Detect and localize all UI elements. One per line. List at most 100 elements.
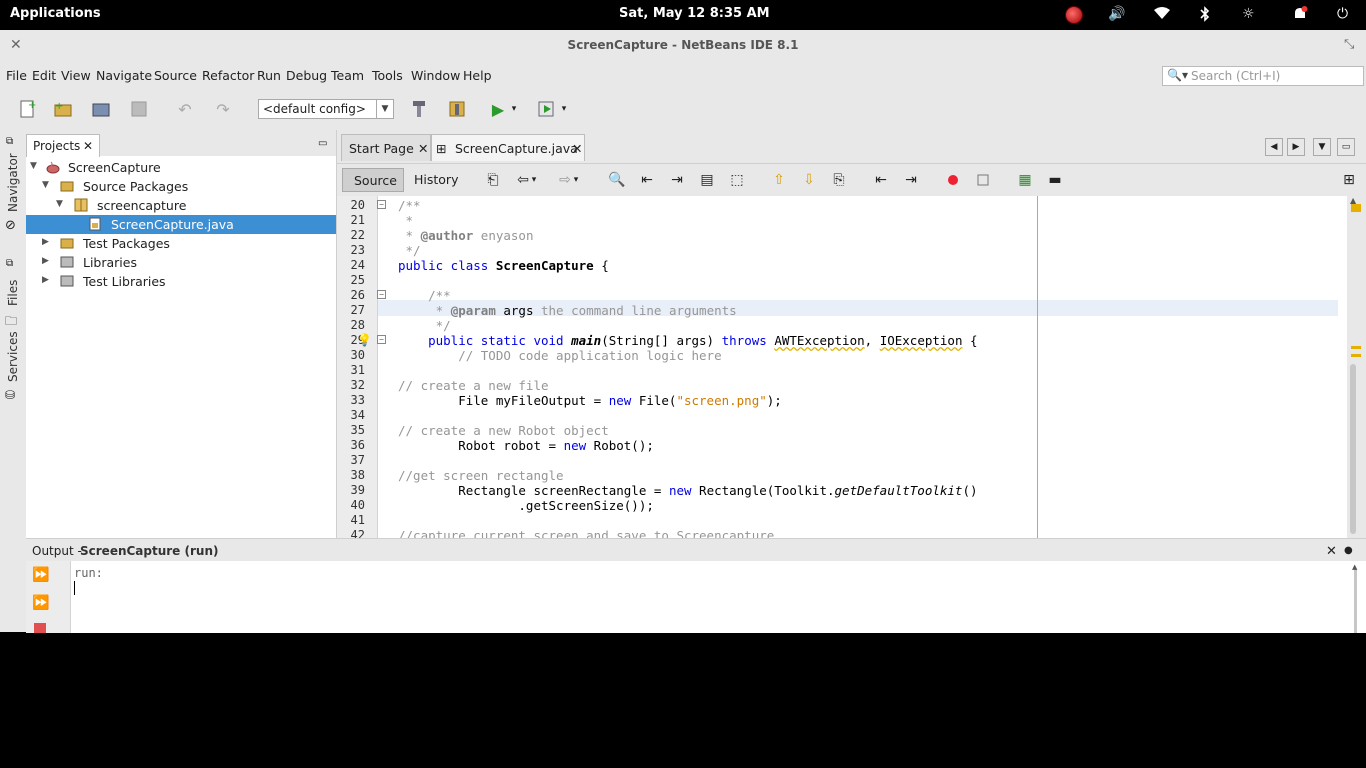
find-next-icon[interactable]: ⇥ (667, 170, 687, 190)
hint-bulb-icon[interactable]: 💡 (357, 333, 372, 347)
menu-window[interactable]: Window (411, 68, 460, 83)
open-project-icon[interactable] (90, 98, 112, 120)
find-previous-icon[interactable]: ⇤ (637, 170, 657, 190)
toggle-bookmark-icon[interactable]: ⎘ (829, 170, 849, 190)
menu-run[interactable]: Run (257, 68, 281, 83)
scroll-tabs-right-icon[interactable]: ▶ (1287, 138, 1305, 156)
clean-build-icon[interactable] (446, 98, 468, 120)
warning-stripe-mark[interactable] (1351, 354, 1361, 357)
menu-view[interactable]: View (61, 68, 91, 83)
tab-screencapture-java[interactable]: ⊞ ScreenCapture.java ✕ (431, 134, 585, 161)
rerun-icon[interactable]: ⏩ (32, 567, 49, 583)
new-file-icon[interactable]: + (16, 98, 38, 120)
debug-project-icon[interactable] (535, 98, 557, 120)
tab-projects[interactable]: Projects ✕ (26, 134, 100, 157)
editor-scrollbar[interactable]: ▲ (1347, 196, 1366, 538)
code-editor[interactable]: 20 21 22 23 24 25 26 27 28 29 30 31 32 3… (337, 196, 1347, 538)
fold-collapse-icon[interactable]: − (377, 290, 386, 299)
navigator-tab[interactable]: Navigator (6, 153, 20, 212)
run-dropdown-icon[interactable]: ▾ (508, 98, 520, 120)
applications-menu[interactable]: Applications (10, 6, 101, 21)
menu-team[interactable]: Team (331, 68, 364, 83)
tab-start-page[interactable]: Start Page ✕ (341, 134, 431, 161)
expand-arrow-icon[interactable]: ▼ (42, 180, 49, 190)
close-icon[interactable]: ✕ (418, 141, 428, 156)
wifi-icon[interactable] (1153, 6, 1171, 24)
start-macro-icon[interactable] (943, 170, 963, 190)
next-bookmark-icon[interactable]: ⇩ (799, 170, 819, 190)
toggle-highlight-icon[interactable]: ▤ (697, 170, 717, 190)
uncomment-icon[interactable]: ▬ (1045, 170, 1065, 190)
tree-node-source-packages[interactable]: ▼ Source Packages (26, 177, 336, 196)
tree-node-project[interactable]: ▼ ScreenCapture (26, 158, 336, 177)
tree-node-libraries[interactable]: ▶ Libraries (26, 253, 336, 272)
debug-dropdown-icon[interactable]: ▾ (558, 98, 570, 120)
stop-icon[interactable] (34, 623, 46, 633)
volume-icon[interactable]: 🔊 (1108, 6, 1125, 22)
menu-debug[interactable]: Debug (286, 68, 327, 83)
close-icon[interactable]: ✕ (83, 139, 93, 153)
menu-refactor[interactable]: Refactor (202, 68, 254, 83)
collapse-arrow-icon[interactable]: ▶ (42, 275, 49, 285)
search-icon[interactable]: 🔍▾ (1167, 68, 1188, 82)
back-dropdown-icon[interactable]: ▾ (529, 170, 539, 190)
tree-node-test-packages[interactable]: ▶ Test Packages (26, 234, 336, 253)
history-button[interactable]: History (409, 168, 463, 190)
rectangular-selection-icon[interactable]: ⬚ (727, 170, 747, 190)
minimize-panel-icon[interactable]: ▭ (318, 138, 327, 149)
expand-arrow-icon[interactable]: ▼ (30, 161, 37, 171)
config-select[interactable]: <default config> ▼ (258, 99, 394, 119)
collapse-arrow-icon[interactable]: ▶ (42, 256, 49, 266)
menu-file[interactable]: File (6, 68, 27, 83)
close-icon[interactable]: ✕ (572, 141, 582, 156)
tree-node-java-file[interactable]: ScreenCapture.java (26, 215, 336, 234)
shift-left-icon[interactable]: ⇤ (871, 170, 891, 190)
run-project-icon[interactable]: ▶ (487, 98, 509, 120)
bluetooth-icon[interactable] (1200, 6, 1210, 26)
undo-icon[interactable]: ↶ (174, 98, 196, 120)
save-all-icon[interactable] (128, 98, 150, 120)
power-icon[interactable]: ⏻ (1337, 6, 1348, 22)
rerun-with-params-icon[interactable]: ⏩ (32, 595, 49, 611)
menu-source[interactable]: Source (154, 68, 197, 83)
menu-help[interactable]: Help (463, 68, 492, 83)
fold-collapse-icon[interactable]: − (377, 200, 386, 209)
notification-bell-icon[interactable] (1292, 6, 1308, 26)
menu-navigate[interactable]: Navigate (96, 68, 152, 83)
tab-list-icon[interactable]: ▼ (1313, 138, 1331, 156)
new-project-icon[interactable]: + (52, 98, 74, 120)
chevron-down-icon[interactable]: ▼ (376, 100, 393, 118)
warning-stripe-mark[interactable] (1351, 346, 1361, 349)
scroll-up-icon[interactable]: ▲ (1352, 563, 1357, 571)
restore-window-icon[interactable]: ⧉ (6, 136, 13, 147)
menu-edit[interactable]: Edit (32, 68, 56, 83)
fold-collapse-icon[interactable]: − (377, 335, 386, 344)
navigator-icon[interactable]: ⊘ (5, 218, 16, 233)
files-icon[interactable]: 🗀 (5, 312, 17, 333)
restore-window-icon-2[interactable]: ⧉ (6, 258, 13, 269)
output-scrollbar[interactable] (1354, 569, 1357, 633)
find-icon[interactable]: 🔍 (607, 170, 627, 190)
scroll-tabs-left-icon[interactable]: ◀ (1265, 138, 1283, 156)
services-tab[interactable]: Services (6, 331, 20, 382)
close-icon[interactable]: ✕ (1326, 544, 1337, 559)
files-tab[interactable]: Files (6, 280, 20, 306)
maximize-editor-icon[interactable]: ▭ (1337, 138, 1355, 156)
expand-arrow-icon[interactable]: ▼ (56, 199, 63, 209)
shift-right-icon[interactable]: ⇥ (901, 170, 921, 190)
error-stripe-mark[interactable] (1351, 204, 1361, 212)
source-button[interactable]: Source (342, 168, 404, 192)
build-project-icon[interactable] (408, 98, 430, 120)
split-editor-icon[interactable]: ⊞ (1339, 170, 1359, 190)
services-icon[interactable]: ⛁ (5, 388, 15, 402)
previous-bookmark-icon[interactable]: ⇧ (769, 170, 789, 190)
scrollbar-thumb[interactable] (1350, 364, 1356, 534)
record-indicator-icon[interactable] (1065, 6, 1083, 24)
redo-icon[interactable]: ↷ (212, 98, 234, 120)
tree-node-package[interactable]: ▼ screencapture (26, 196, 336, 215)
brightness-icon[interactable]: ☼ (1242, 6, 1255, 22)
tree-node-test-libraries[interactable]: ▶ Test Libraries (26, 272, 336, 291)
comment-icon[interactable]: ▦ (1015, 170, 1035, 190)
last-edit-icon[interactable]: ⎗ (483, 170, 503, 190)
collapse-arrow-icon[interactable]: ▶ (42, 237, 49, 247)
